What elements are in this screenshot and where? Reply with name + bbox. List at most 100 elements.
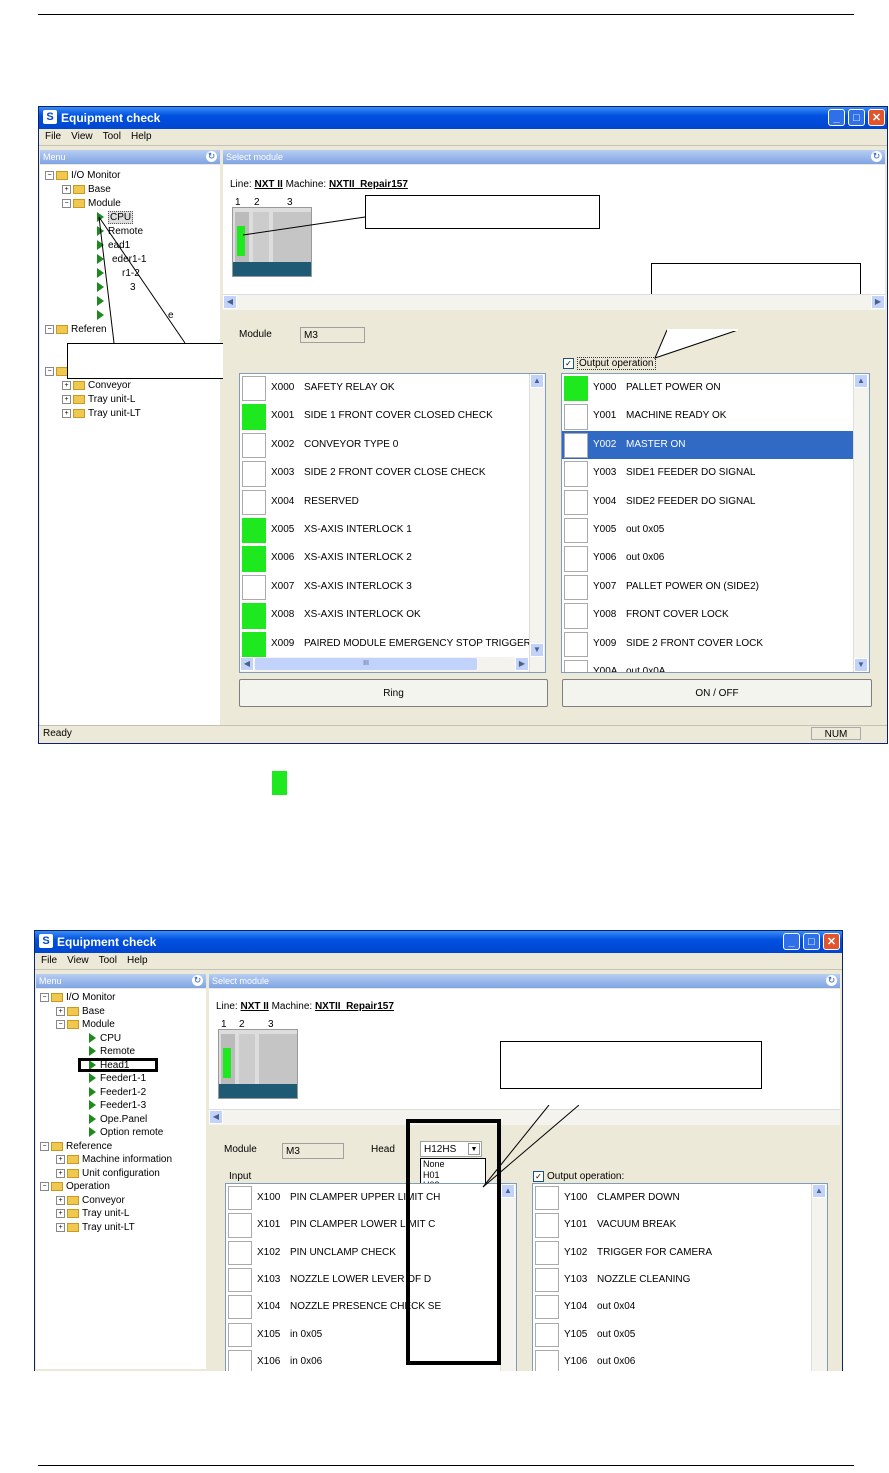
status-indicator[interactable] <box>535 1295 559 1320</box>
minimize-icon[interactable]: _ <box>783 933 800 950</box>
table-row[interactable]: Y008 FRONT COVER LOCK <box>562 601 853 629</box>
table-row[interactable]: X000 SAFETY RELAY OK <box>240 374 529 402</box>
collapse-icon[interactable]: − <box>40 1181 49 1191</box>
status-indicator[interactable] <box>535 1349 559 1371</box>
status-indicator[interactable] <box>242 376 266 402</box>
status-indicator[interactable] <box>228 1186 252 1211</box>
title-bar[interactable]: S Equipment check _ □ ✕ <box>39 107 887 129</box>
scroll-right-icon[interactable]: ▶ <box>515 657 529 671</box>
input-vscroll[interactable]: ▲ ▼ <box>529 374 545 672</box>
table-row[interactable]: Y002 MASTER ON <box>562 430 853 460</box>
status-indicator[interactable] <box>242 461 266 487</box>
scroll-left-icon[interactable]: ◀ <box>223 295 237 309</box>
output-list[interactable]: Y00A out 0x0A Y009 SIDE 2 FRONT COVER LOCK Y… <box>561 373 870 673</box>
scroll-thumb[interactable]: III <box>255 658 477 670</box>
status-indicator[interactable] <box>564 432 588 459</box>
status-indicator[interactable] <box>535 1322 559 1347</box>
table-row[interactable]: X008 XS-AXIS INTERLOCK OK <box>240 601 529 629</box>
status-indicator[interactable] <box>228 1267 252 1293</box>
close-icon[interactable]: ✕ <box>823 933 840 950</box>
status-indicator[interactable] <box>228 1295 252 1320</box>
collapse-icon[interactable]: − <box>40 1141 49 1151</box>
table-row[interactable]: X006 XS-AXIS INTERLOCK 2 <box>240 544 529 572</box>
minimize-icon[interactable]: _ <box>828 109 845 126</box>
status-indicator[interactable] <box>564 376 588 402</box>
status-indicator[interactable] <box>242 631 266 657</box>
table-row[interactable]: Y105 out 0x05 <box>533 1321 811 1348</box>
tree-reference[interactable]: − Reference <box>40 1141 112 1153</box>
refresh-icon[interactable]: ↻ <box>826 975 837 986</box>
scroll-up-icon[interactable]: ▲ <box>812 1184 826 1198</box>
status-indicator[interactable] <box>228 1349 252 1371</box>
tree-io-monitor[interactable]: − I/O Monitor <box>40 992 115 1004</box>
tree-cpu[interactable]: CPU <box>89 1033 121 1045</box>
table-row[interactable]: Y001 MACHINE READY OK <box>562 402 853 430</box>
status-indicator[interactable] <box>564 404 588 430</box>
tree-base[interactable]: + Base <box>56 1006 105 1018</box>
tree-ope-panel[interactable]: Ope.Panel <box>89 1114 147 1126</box>
table-row[interactable]: Y007 PALLET POWER ON (SIDE2) <box>562 573 853 601</box>
check-icon[interactable]: ✓ <box>563 358 574 369</box>
output-vscroll[interactable]: ▲ ▼ <box>853 374 869 672</box>
status-indicator[interactable] <box>564 631 588 657</box>
status-indicator[interactable] <box>228 1240 252 1265</box>
scroll-up-icon[interactable]: ▲ <box>854 374 868 388</box>
scroll-down-icon[interactable]: ▼ <box>854 658 868 672</box>
menu-help[interactable]: Help <box>127 955 148 966</box>
close-icon[interactable]: ✕ <box>868 109 885 126</box>
menu-tool[interactable]: Tool <box>99 955 117 966</box>
table-row[interactable]: Y103 NOZZLE CLEANING <box>533 1266 811 1293</box>
table-row[interactable]: Y004 SIDE2 FEEDER DO SIGNAL <box>562 488 853 516</box>
tree-module[interactable]: − Module <box>56 1019 115 1031</box>
tree-option-remote[interactable]: Option remote <box>89 1127 163 1139</box>
collapse-icon[interactable]: − <box>40 992 49 1002</box>
table-row[interactable]: X001 SIDE 1 FRONT COVER CLOSED CHECK <box>240 402 529 430</box>
tree-feeder1-2[interactable]: Feeder1-2 <box>89 1087 146 1099</box>
status-indicator[interactable] <box>564 489 588 515</box>
maximize-icon[interactable]: □ <box>803 933 820 950</box>
refresh-icon[interactable]: ↻ <box>871 151 882 162</box>
status-indicator[interactable] <box>242 518 266 544</box>
input-hscroll[interactable]: ◀ ▶ III <box>240 657 529 672</box>
tree-conveyor[interactable]: + Conveyor <box>56 1195 125 1207</box>
scroll-left-icon[interactable]: ◀ <box>240 657 254 671</box>
table-row[interactable]: X003 SIDE 2 FRONT COVER CLOSE CHECK <box>240 459 529 487</box>
ring-button[interactable]: Ring <box>239 679 548 707</box>
menu-help[interactable]: Help <box>131 131 152 142</box>
table-row[interactable]: Y005 out 0x05 <box>562 516 853 544</box>
table-row[interactable]: Y003 SIDE1 FEEDER DO SIGNAL <box>562 459 853 487</box>
table-row[interactable]: Y006 out 0x06 <box>562 544 853 572</box>
on-off-button[interactable]: ON / OFF <box>562 679 872 707</box>
scroll-down-icon[interactable]: ▼ <box>530 643 544 657</box>
table-row[interactable]: Y104 out 0x04 <box>533 1293 811 1320</box>
status-indicator[interactable] <box>535 1240 559 1265</box>
status-indicator[interactable] <box>564 518 588 544</box>
table-row[interactable]: X002 CONVEYOR TYPE 0 <box>240 431 529 459</box>
expand-icon[interactable]: + <box>56 1168 65 1178</box>
menu-view[interactable]: View <box>71 131 93 142</box>
scroll-left-icon[interactable]: ◀ <box>209 1110 223 1124</box>
tree-feeder1-3[interactable]: Feeder1-3 <box>89 1100 146 1112</box>
status-indicator[interactable] <box>535 1267 559 1293</box>
menu-view[interactable]: View <box>67 955 89 966</box>
tree-operation[interactable]: − Operation <box>40 1181 110 1193</box>
output-vscroll[interactable]: ▲ <box>811 1184 827 1371</box>
menu-file[interactable]: File <box>41 955 57 966</box>
table-row[interactable]: Y102 TRIGGER FOR CAMERA <box>533 1239 811 1266</box>
collapse-icon[interactable]: − <box>56 1019 65 1029</box>
status-indicator[interactable] <box>564 603 588 629</box>
status-indicator[interactable] <box>564 461 588 487</box>
status-indicator[interactable] <box>242 546 266 572</box>
status-indicator[interactable] <box>564 660 588 672</box>
table-row[interactable]: X005 XS-AXIS INTERLOCK 1 <box>240 516 529 544</box>
tree-machine-information[interactable]: + Machine information <box>56 1154 172 1166</box>
expand-icon[interactable]: + <box>56 1154 65 1164</box>
status-indicator[interactable] <box>242 603 266 629</box>
status-indicator[interactable] <box>242 432 266 459</box>
expand-icon[interactable]: + <box>56 1006 65 1016</box>
status-indicator[interactable] <box>228 1322 252 1347</box>
title-bar[interactable]: S Equipment check _ □ ✕ <box>35 931 842 953</box>
table-row[interactable]: Y00A out 0x0A <box>562 658 853 672</box>
scroll-right-icon[interactable]: ▶ <box>871 295 885 309</box>
menu-tool[interactable]: Tool <box>103 131 121 142</box>
